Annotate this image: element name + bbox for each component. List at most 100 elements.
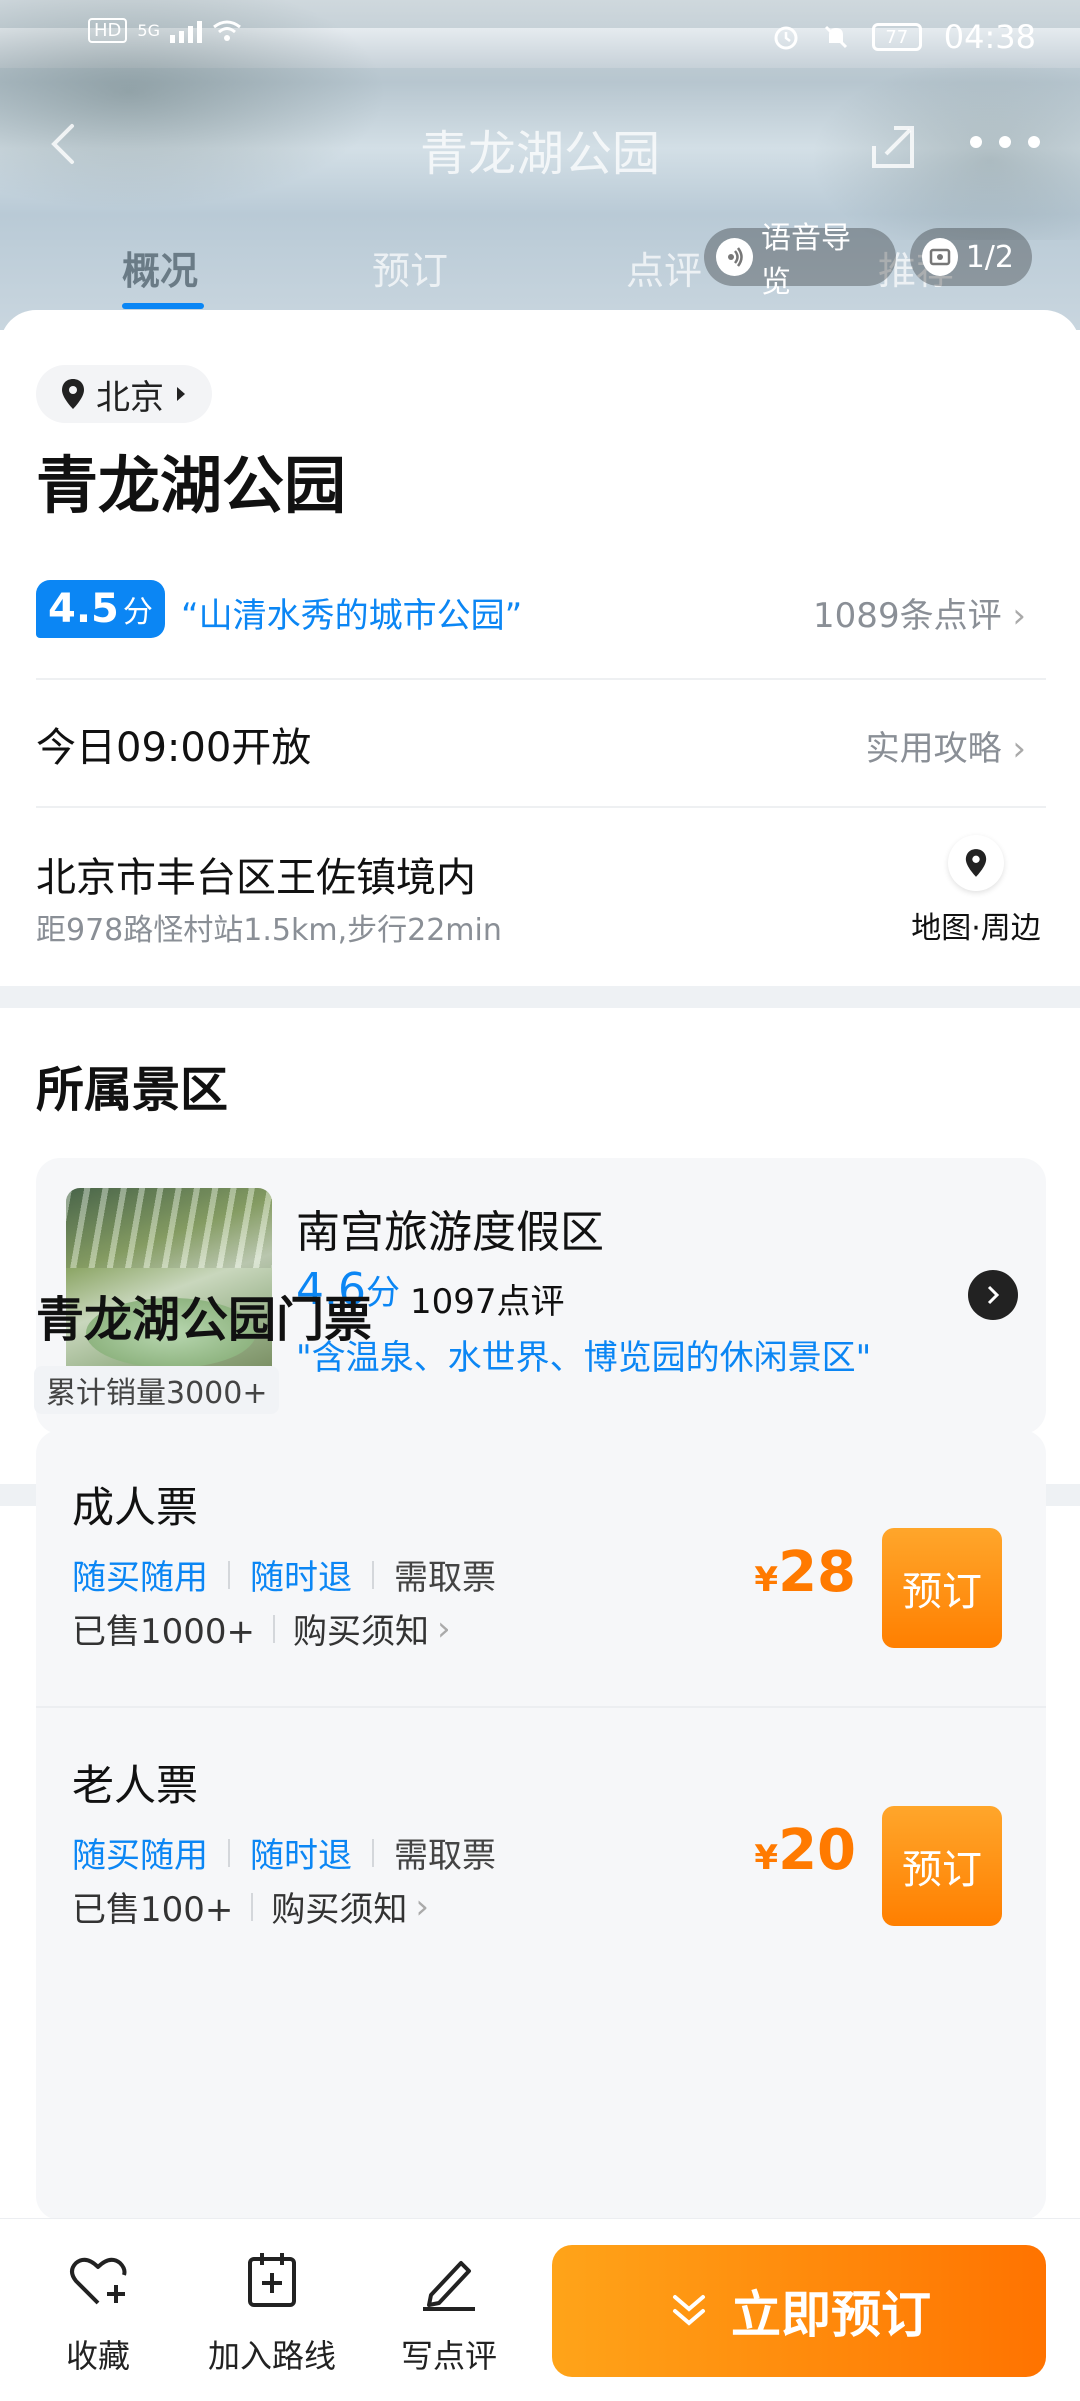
distance-info: 距978路怪村站1.5km,步行22min xyxy=(36,913,502,948)
audio-guide-label: 语音导览 xyxy=(761,221,852,300)
ticket-tags: 随买随用 随时退 需取票 xyxy=(72,1550,496,1599)
purchase-notice-link[interactable]: 购买须知 xyxy=(293,1604,429,1653)
tickets-list: 成人票 随买随用 随时退 需取票 已售1000+ 购买须知 › ¥28 预订 老… xyxy=(36,1430,1046,2220)
rating-row[interactable]: 4.5 分 “山清水秀的城市公园” 1089条点评 › xyxy=(36,580,1046,642)
add-route-button[interactable]: 加入路线 xyxy=(202,2249,342,2377)
bottom-action-bar: 收藏 加入路线 写点评 立即预订 xyxy=(0,2218,1080,2401)
location-pin-icon xyxy=(62,379,84,409)
mute-icon xyxy=(824,25,847,49)
pen-icon xyxy=(423,2261,475,2311)
favorite-label: 收藏 xyxy=(65,2337,130,2375)
scenic-area-name: 南宫旅游度假区 xyxy=(296,1207,604,1258)
signal-icon xyxy=(169,19,202,43)
network-indicators: HD 5G xyxy=(88,18,242,43)
audio-icon xyxy=(716,238,754,276)
alarm-icon xyxy=(774,26,798,50)
purchase-notice-link[interactable]: 购买须知 xyxy=(271,1882,407,1931)
chevron-right-icon[interactable] xyxy=(968,1270,1018,1320)
status-right: 77 04:38 xyxy=(772,18,1036,56)
review-count: 1089条点评 xyxy=(813,596,1002,636)
address: 北京市丰台区王佐镇境内 xyxy=(36,855,476,901)
gallery-icon xyxy=(922,238,958,276)
ticket-sold-row: 已售100+ 购买须知 › xyxy=(72,1882,429,1931)
sales-tag: 累计销量3000+ xyxy=(34,1366,280,1414)
caret-right-icon xyxy=(177,387,185,401)
tab-reviews[interactable]: 点评 xyxy=(626,240,702,295)
map-nearby-button[interactable]: 地图·周边 xyxy=(906,835,1046,955)
book-now-label: 立即预订 xyxy=(731,2286,931,2344)
book-button[interactable]: 预订 xyxy=(882,1528,1002,1648)
rating-quote: “山清水秀的城市公园” xyxy=(181,596,523,636)
ticket-price: ¥28 xyxy=(754,1540,856,1605)
tab-booking[interactable]: 预订 xyxy=(372,240,448,295)
price-value: 20 xyxy=(778,1818,856,1883)
price-value: 28 xyxy=(778,1540,856,1605)
scenic-area-title: 所属景区 xyxy=(36,1062,229,1118)
map-label: 地图·周边 xyxy=(911,911,1041,946)
gallery-counter[interactable]: 1/2 xyxy=(910,228,1032,286)
ticket-price: ¥20 xyxy=(754,1818,856,1883)
place-title: 青龙湖公园 xyxy=(36,449,347,522)
ticket-tag: 随买随用 xyxy=(72,1836,208,1876)
currency-symbol: ¥ xyxy=(754,1838,779,1878)
city-tag[interactable]: 北京 xyxy=(36,365,212,423)
top-nav: 青龙湖公园 xyxy=(0,100,1080,190)
more-icon[interactable] xyxy=(970,136,1040,156)
chevron-right-icon: › xyxy=(1012,596,1026,636)
scenic-area-reviews: 1097点评 xyxy=(410,1282,565,1322)
book-button[interactable]: 预订 xyxy=(882,1806,1002,1926)
rating-unit: 分 xyxy=(122,595,153,630)
opening-row[interactable]: 今日09:00开放 实用攻略 › xyxy=(36,715,1046,785)
add-route-label: 加入路线 xyxy=(207,2337,336,2375)
divider xyxy=(36,806,1046,808)
network-type: 5G xyxy=(137,21,160,40)
location-pin-icon xyxy=(948,835,1004,891)
tab-indicator xyxy=(122,303,204,309)
guide-link[interactable]: 实用攻略 › xyxy=(866,721,1026,770)
wifi-icon xyxy=(213,20,241,41)
review-count-link[interactable]: 1089条点评 › xyxy=(813,588,1026,637)
guide-label: 实用攻略 xyxy=(865,729,1002,769)
calendar-plus-icon xyxy=(248,2253,296,2307)
share-icon[interactable] xyxy=(866,120,920,174)
ticket-name: 老人票 xyxy=(72,1761,199,1810)
scenic-area-quote: "含温泉、水世界、博览园的休闲景区" xyxy=(296,1338,872,1378)
ticket-tag: 随时退 xyxy=(250,1558,352,1598)
hd-badge: HD xyxy=(88,18,128,43)
ticket-tag: 需取票 xyxy=(394,1558,496,1598)
write-review-button[interactable]: 写点评 xyxy=(394,2249,504,2377)
clock: 04:38 xyxy=(943,18,1036,56)
ticket-sold-row: 已售1000+ 购买须知 › xyxy=(72,1604,451,1653)
ticket-item[interactable]: 老人票 随买随用 随时退 需取票 已售100+ 购买须知 › ¥20 预订 xyxy=(36,1708,1046,1984)
city-label: 北京 xyxy=(96,377,164,418)
book-now-button[interactable]: 立即预订 xyxy=(552,2245,1046,2377)
status-bar: HD 5G 77 04:38 xyxy=(0,0,1080,76)
ticket-item[interactable]: 成人票 随买随用 随时退 需取票 已售1000+ 购买须知 › ¥28 预订 xyxy=(36,1430,1046,1708)
write-review-label: 写点评 xyxy=(400,2337,497,2375)
chevron-right-icon: › xyxy=(415,1886,429,1927)
ticket-tag: 需取票 xyxy=(394,1836,496,1876)
double-chevron-down-icon xyxy=(673,2295,705,2326)
rating-score: 4.5 xyxy=(48,586,119,632)
ticket-tag: 随时退 xyxy=(250,1836,352,1876)
tickets-title: 青龙湖公园门票 xyxy=(36,1292,373,1348)
currency-symbol: ¥ xyxy=(754,1560,779,1600)
battery-icon: 77 xyxy=(871,23,922,51)
ticket-name: 成人票 xyxy=(72,1483,199,1532)
rating-badge: 4.5 分 xyxy=(36,580,165,638)
section-gap xyxy=(0,986,1080,1008)
ticket-sold: 已售1000+ xyxy=(72,1612,256,1652)
ticket-tag: 随买随用 xyxy=(72,1558,208,1598)
opening-hours: 今日09:00开放 xyxy=(36,725,312,771)
address-row[interactable]: 北京市丰台区王佐镇境内 距978路怪村站1.5km,步行22min 地图·周边 xyxy=(36,835,1046,965)
ticket-tags: 随买随用 随时退 需取票 xyxy=(72,1828,496,1877)
audio-guide-button[interactable]: 语音导览 xyxy=(704,221,896,300)
chevron-right-icon: › xyxy=(437,1608,451,1649)
ticket-sold: 已售100+ xyxy=(72,1890,234,1930)
gallery-index: 1/2 xyxy=(965,239,1014,275)
heart-plus-icon xyxy=(70,2257,127,2305)
chevron-right-icon: › xyxy=(1012,729,1026,769)
divider xyxy=(36,678,1046,680)
favorite-button[interactable]: 收藏 xyxy=(58,2249,138,2377)
tab-overview[interactable]: 概况 xyxy=(122,240,198,295)
